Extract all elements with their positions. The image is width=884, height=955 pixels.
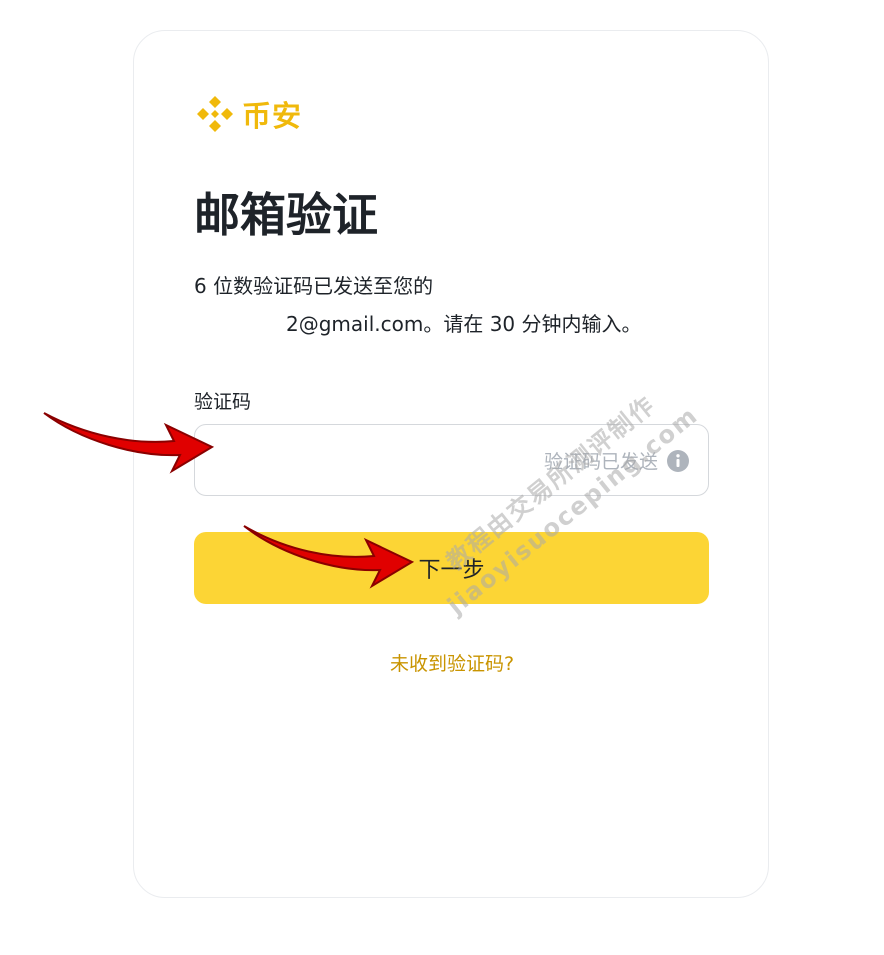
annotation-arrow-icon [243,525,415,589]
page-title: 邮箱验证 [194,188,378,242]
sent-description: 6 位数验证码已发送至您的 2@gmail.com。请在 30 分钟内输入。 [194,267,642,343]
description-line-1: 6 位数验证码已发送至您的 [194,274,434,298]
resend-code-link[interactable]: 未收到验证码? [134,649,770,676]
email-address: 2@gmail.com [286,312,424,336]
redacted-email-mask [194,312,286,334]
verification-card: 币安 邮箱验证 6 位数验证码已发送至您的 2@gmail.com。请在 30 … [133,30,769,898]
info-icon[interactable] [666,449,690,473]
description-line-2: 2@gmail.com。请在 30 分钟内输入。 [194,305,642,343]
code-input-field[interactable]: 验证码已发送 [194,424,709,497]
code-input[interactable] [211,425,515,497]
annotation-arrow-icon [43,412,215,474]
brand-logo[interactable]: 币安 [194,93,302,135]
expiry-note: 。请在 30 分钟内输入。 [423,312,642,336]
brand-name: 币安 [242,99,303,133]
code-sent-hint: 验证码已发送 [543,451,658,473]
binance-logo-icon [197,96,233,132]
